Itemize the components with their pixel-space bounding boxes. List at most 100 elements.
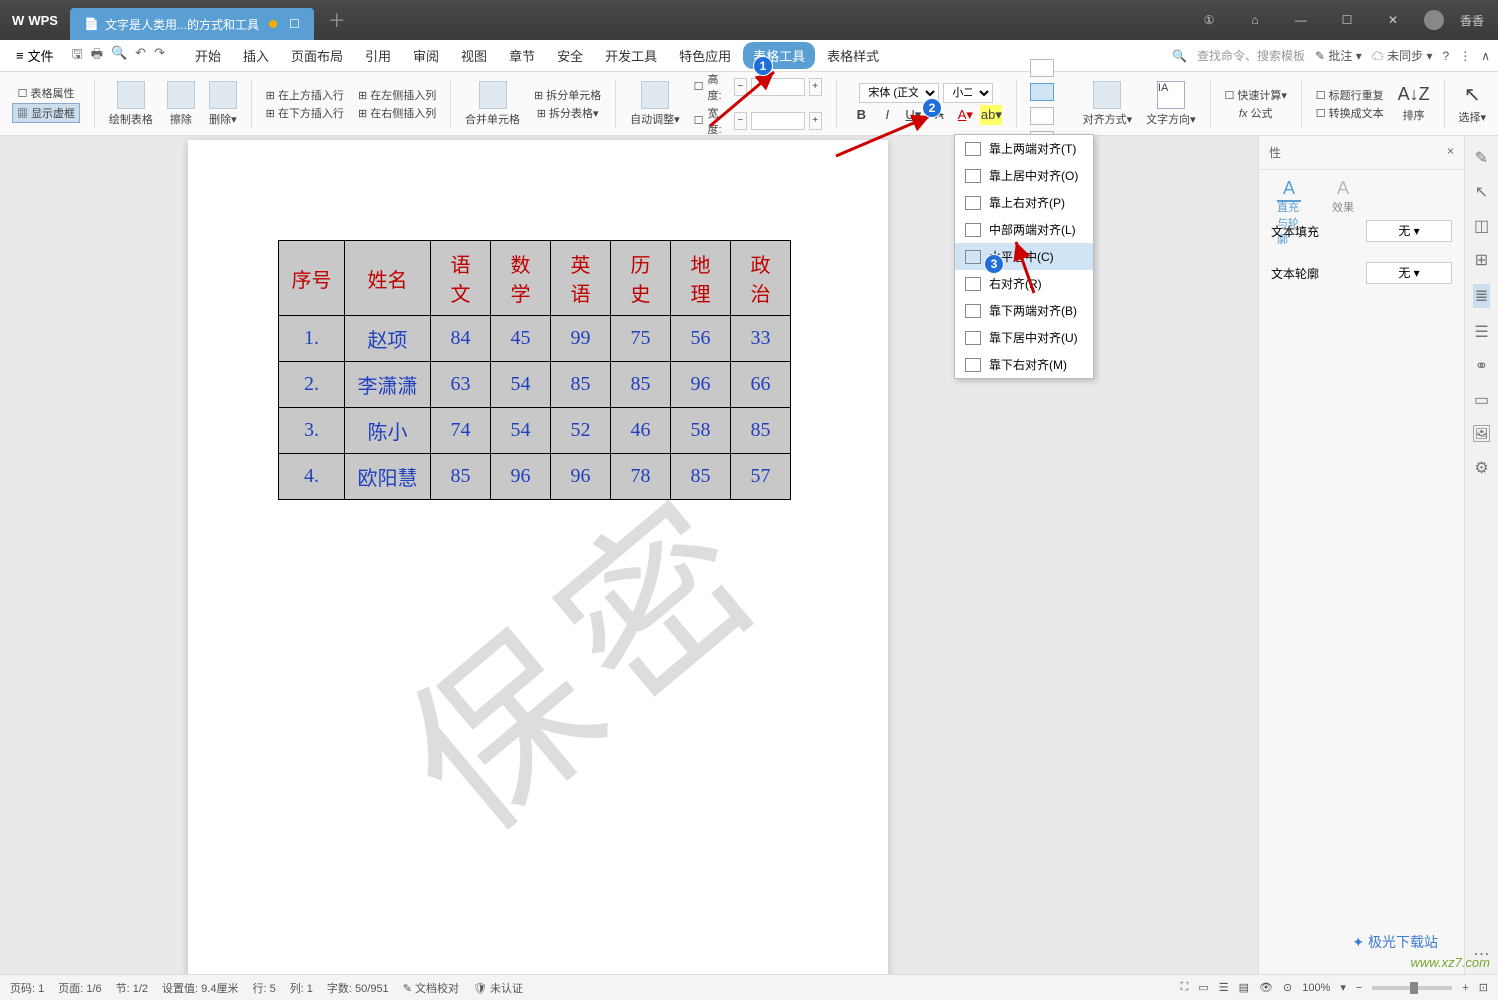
table-cell[interactable]: 52 — [551, 408, 611, 454]
page-count[interactable]: 页面: 1/6 — [58, 980, 101, 996]
split-cells-button[interactable]: ⊞ 拆分单元格 — [534, 87, 601, 103]
zoom-out[interactable]: − — [1356, 982, 1362, 994]
sync-status[interactable]: ☁ 未同步 ▾ — [1372, 47, 1433, 64]
align-option-1[interactable]: 靠上居中对齐(O) — [955, 162, 1093, 189]
table-cell[interactable]: 66 — [731, 362, 791, 408]
zoom-slider[interactable] — [1372, 986, 1452, 990]
table-cell[interactable]: 2. — [279, 362, 345, 408]
select-arrow-icon[interactable]: ↖ — [1475, 182, 1488, 202]
table-header[interactable]: 英语 — [551, 241, 611, 316]
table-cell[interactable]: 欧阳慧 — [345, 454, 431, 500]
ribbon-tab-5[interactable]: 视图 — [451, 42, 497, 69]
document-tab[interactable]: 📄 文字是人类用...的方式和工具 ☐ — [70, 8, 314, 40]
search-icon[interactable]: 🔍 — [1172, 49, 1187, 63]
gift-icon[interactable]: ⌂ — [1240, 13, 1270, 27]
table-cell[interactable]: 57 — [731, 454, 791, 500]
table-cell[interactable]: 96 — [671, 362, 731, 408]
more-icon[interactable]: ⋮ — [1459, 49, 1471, 63]
table-header[interactable]: 数学 — [491, 241, 551, 316]
verify[interactable]: 🛡 未认证 — [473, 980, 523, 996]
ribbon-tab-11[interactable]: 表格样式 — [817, 42, 889, 69]
maximize-icon[interactable]: ☐ — [1332, 13, 1362, 27]
table-cell[interactable]: 58 — [671, 408, 731, 454]
ribbon-tab-0[interactable]: 开始 — [185, 42, 231, 69]
align-option-5[interactable]: 右对齐(R) — [955, 270, 1093, 297]
split-table-button[interactable]: ⊞ 拆分表格▾ — [537, 105, 599, 121]
view-print-icon[interactable]: ▭ — [1198, 981, 1208, 994]
delete-button[interactable]: 删除▾ — [205, 81, 241, 127]
help-icon[interactable]: ? — [1443, 49, 1450, 63]
minimize-icon[interactable]: — — [1286, 13, 1316, 27]
ribbon-tab-8[interactable]: 开发工具 — [595, 42, 667, 69]
sort-button[interactable]: A↓Z排序 — [1394, 84, 1434, 123]
align-option-0[interactable]: 靠上两端对齐(T) — [955, 135, 1093, 162]
table-cell[interactable]: 99 — [551, 316, 611, 362]
file-menu[interactable]: ≡ 文件 — [8, 46, 62, 65]
table-cell[interactable]: 赵项 — [345, 316, 431, 362]
table-cell[interactable]: 85 — [731, 408, 791, 454]
align-option-2[interactable]: 靠上右对齐(P) — [955, 189, 1093, 216]
table-cell[interactable]: 85 — [551, 362, 611, 408]
bold-button[interactable]: B — [850, 105, 872, 125]
badge-icon[interactable]: ① — [1194, 13, 1224, 27]
shape-icon[interactable]: ◫ — [1474, 216, 1489, 236]
table-cell[interactable]: 85 — [611, 362, 671, 408]
table-cell[interactable]: 54 — [491, 408, 551, 454]
italic-button[interactable]: I — [876, 105, 898, 125]
view-web-icon[interactable]: ☰ — [1219, 981, 1229, 994]
table-cell[interactable]: 45 — [491, 316, 551, 362]
table-header[interactable]: 序号 — [279, 241, 345, 316]
table-cell[interactable]: 3. — [279, 408, 345, 454]
collapse-ribbon-icon[interactable]: ∧ — [1481, 49, 1490, 63]
table-cell[interactable]: 54 — [491, 362, 551, 408]
width-inc[interactable]: + — [809, 112, 822, 130]
table-cell[interactable]: 56 — [671, 316, 731, 362]
fill-outline-tab[interactable]: A直充与轮廓 — [1277, 178, 1301, 202]
align-option-4[interactable]: 水平居中(C) — [955, 243, 1093, 270]
edit-icon[interactable]: ✎ — [1475, 148, 1488, 168]
show-gridlines-button[interactable]: ▦ 显示虚框 — [12, 103, 80, 123]
text-outline-select[interactable]: 无 ▾ — [1366, 262, 1452, 284]
link-icon[interactable]: ⚭ — [1475, 356, 1488, 376]
ribbon-tab-4[interactable]: 审阅 — [403, 42, 449, 69]
table-cell[interactable]: 1. — [279, 316, 345, 362]
text-fill-select[interactable]: 无 ▾ — [1366, 220, 1452, 242]
table-cell[interactable]: 75 — [611, 316, 671, 362]
table-props-button[interactable]: ☐ 表格属性 — [18, 85, 75, 101]
ribbon-tab-9[interactable]: 特色应用 — [669, 42, 741, 69]
view-outline-icon[interactable]: ▤ — [1239, 981, 1249, 994]
table-cell[interactable]: 63 — [431, 362, 491, 408]
header-repeat-button[interactable]: ☐ 标题行重复 — [1316, 87, 1384, 103]
table-cell[interactable]: 96 — [491, 454, 551, 500]
align-mode-button[interactable]: 对齐方式▾ — [1079, 81, 1137, 127]
insert-col-left[interactable]: ⊞ 在左侧插入列 — [358, 87, 436, 103]
image-icon[interactable]: 🖼 — [1471, 424, 1491, 444]
table-header[interactable]: 地理 — [671, 241, 731, 316]
table-header[interactable]: 姓名 — [345, 241, 431, 316]
ribbon-tab-1[interactable]: 插入 — [233, 42, 279, 69]
table-cell[interactable]: 33 — [731, 316, 791, 362]
table-header[interactable]: 政治 — [731, 241, 791, 316]
ribbon-tab-7[interactable]: 安全 — [547, 42, 593, 69]
save-icon[interactable]: 🖫 — [72, 45, 83, 67]
align-option-7[interactable]: 靠下居中对齐(U) — [955, 324, 1093, 351]
redo-icon[interactable]: ↷ — [154, 45, 165, 67]
nav-icon[interactable]: ☰ — [1474, 322, 1488, 342]
insert-row-below[interactable]: ⊞ 在下方插入行 — [266, 105, 344, 121]
draw-table-button[interactable]: 绘制表格 — [105, 81, 157, 127]
view-read-icon[interactable]: 👁 — [1259, 981, 1273, 994]
undo-icon[interactable]: ↶ — [135, 45, 146, 67]
erase-button[interactable]: 擦除 — [163, 81, 199, 127]
merge-cells-button[interactable]: 合并单元格 — [461, 81, 524, 127]
zoom-reset-icon[interactable]: ⊙ — [1283, 981, 1292, 994]
zoom-in[interactable]: + — [1462, 982, 1468, 994]
insert-icon[interactable]: ⊞ — [1475, 250, 1488, 270]
ribbon-tab-6[interactable]: 章节 — [499, 42, 545, 69]
word-count[interactable]: 字数: 50/951 — [327, 980, 389, 996]
highlight-button[interactable]: ab▾ — [980, 105, 1002, 125]
zoom-level[interactable]: 100% — [1302, 982, 1330, 994]
search-hint[interactable]: 查找命令、搜索模板 — [1197, 47, 1305, 64]
to-text-button[interactable]: ☐ 转换成文本 — [1316, 105, 1384, 121]
height-dec[interactable]: − — [734, 78, 747, 96]
ribbon-tab-2[interactable]: 页面布局 — [281, 42, 353, 69]
